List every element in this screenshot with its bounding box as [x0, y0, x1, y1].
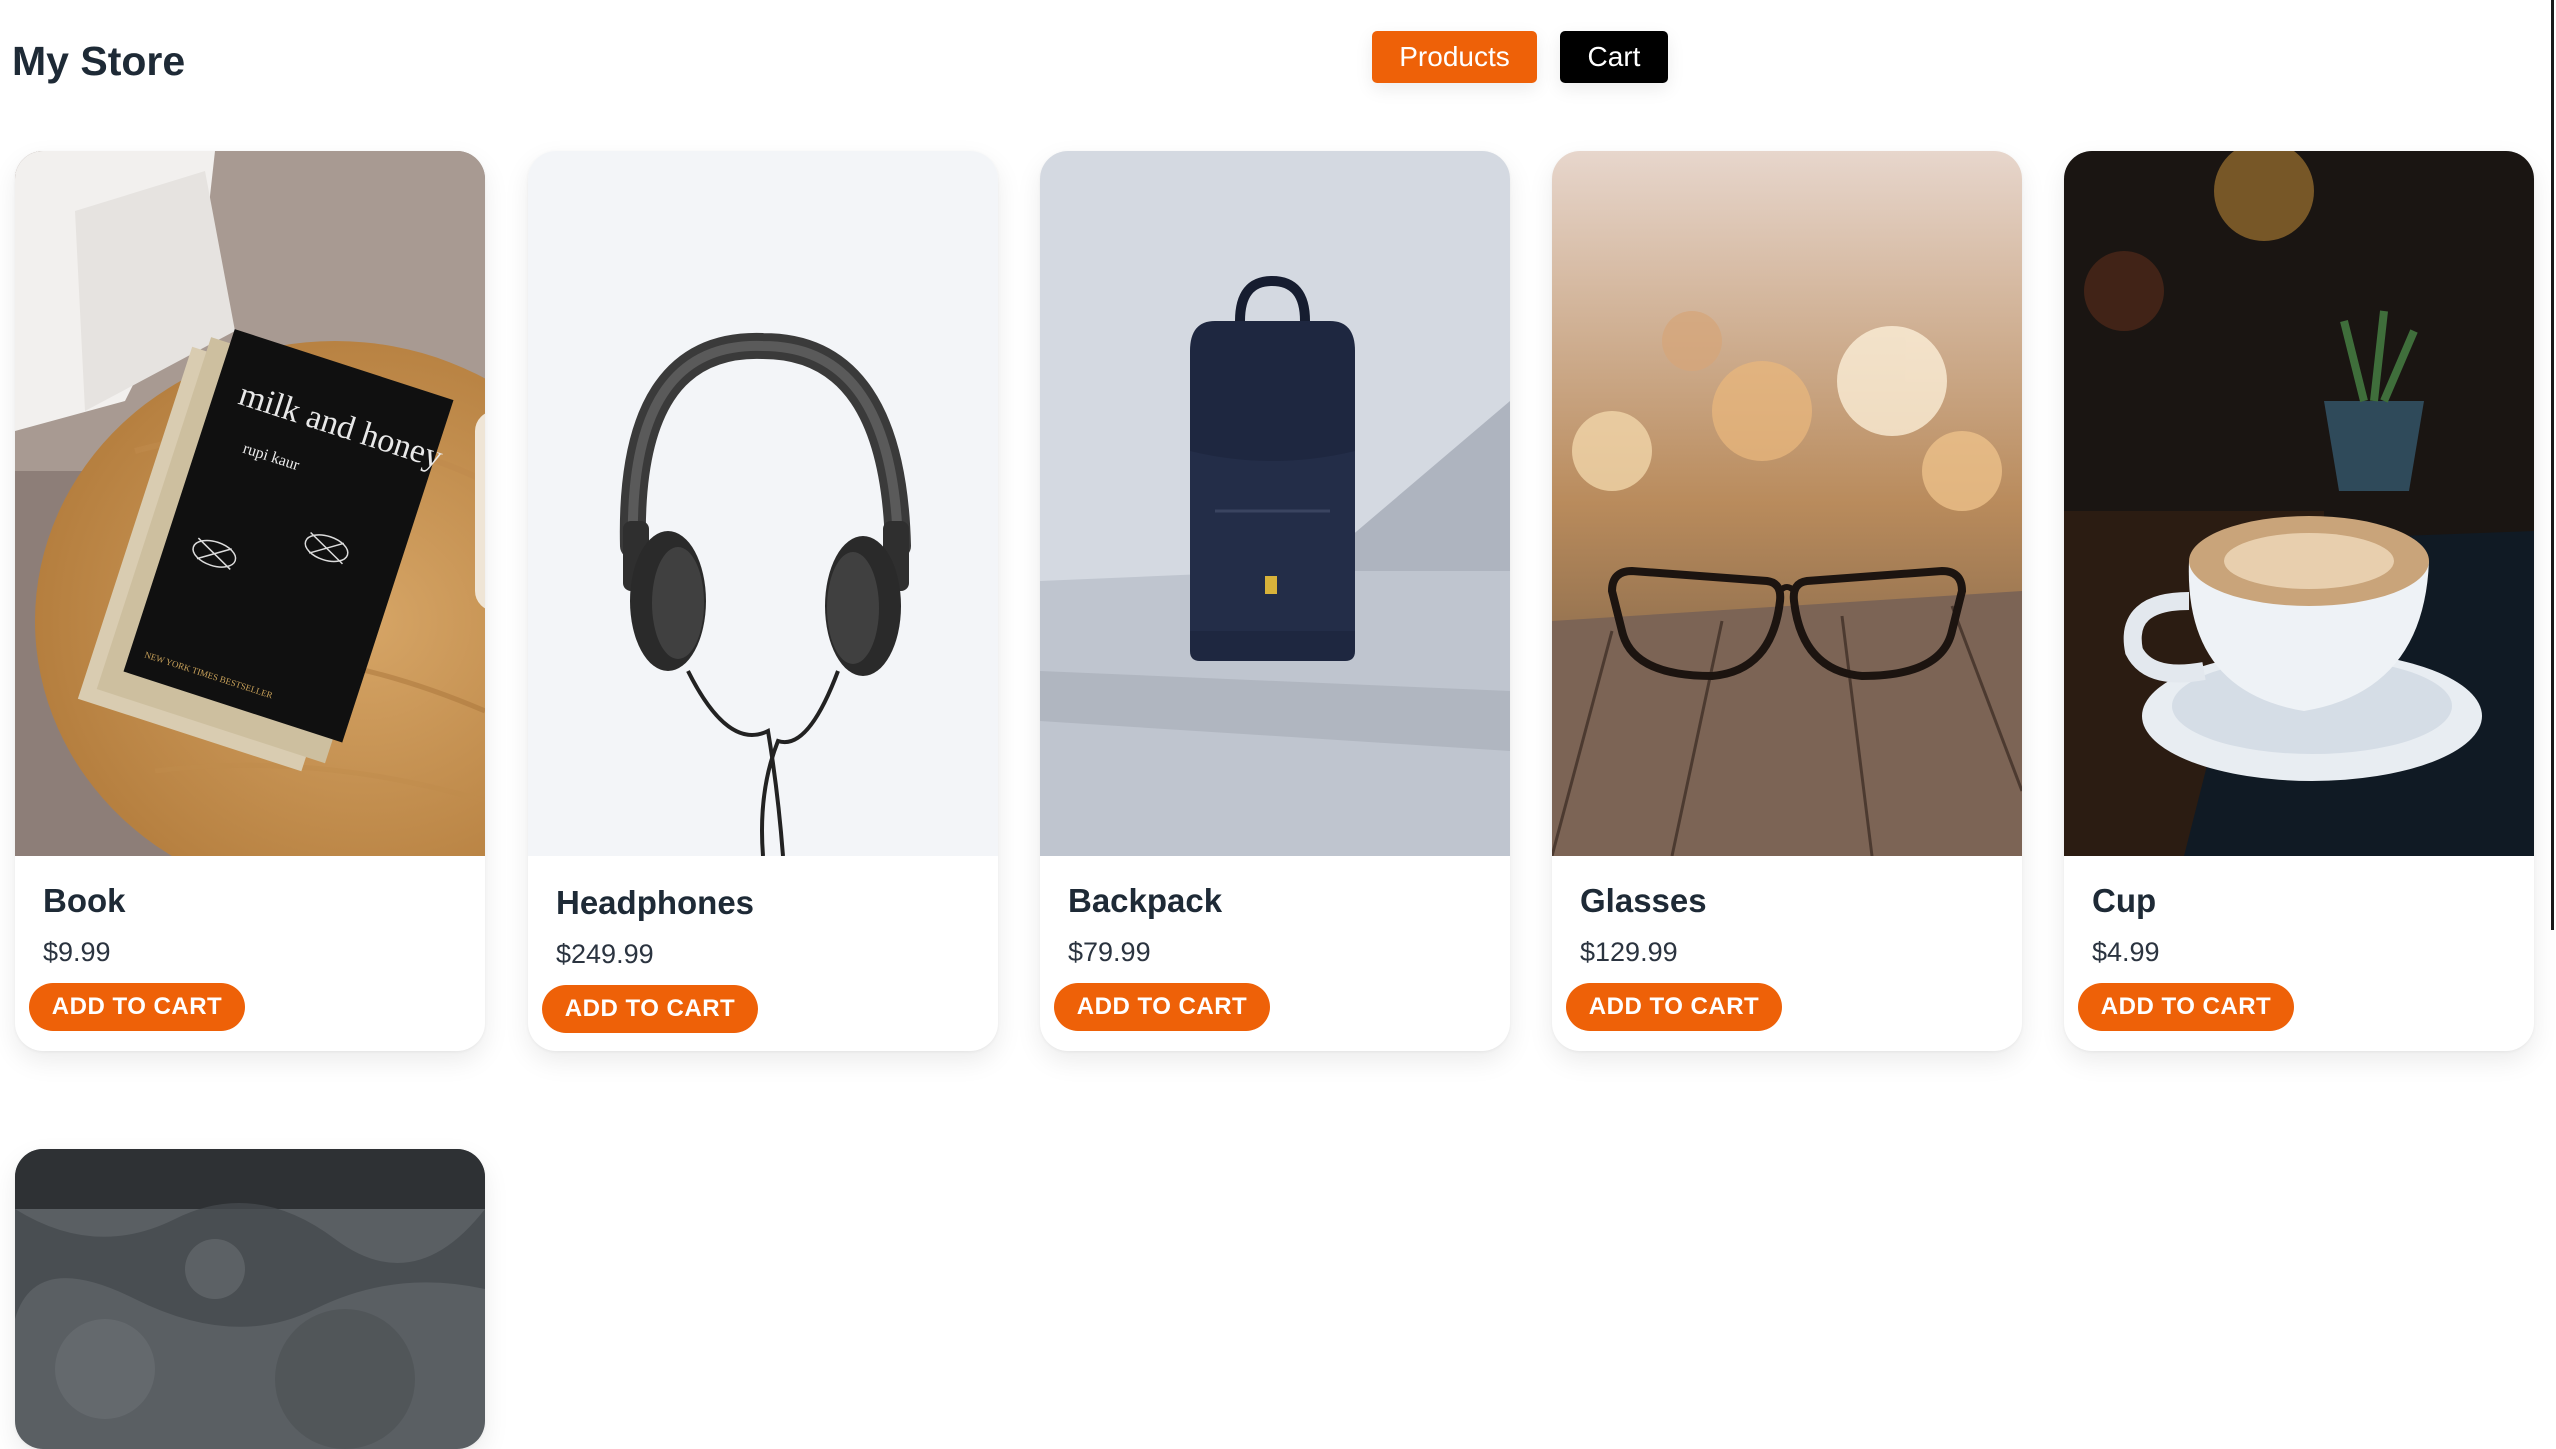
book-image: milk and honey rupi kaur NEW YORK TIMES … [15, 151, 485, 856]
headphones-photo [528, 151, 998, 856]
concrete-photo [15, 1149, 485, 1449]
product-price: $249.99 [556, 939, 654, 969]
product-price: $129.99 [1580, 937, 1678, 967]
scrollbar[interactable] [2551, 0, 2554, 930]
concrete-image [15, 1149, 485, 1449]
backpack-photo [1040, 151, 1510, 856]
product-card-backpack: Backpack $79.99 ADD TO CART [1040, 151, 1510, 1051]
glasses-image [1552, 151, 2022, 856]
add-to-cart-button[interactable]: ADD TO CART [2078, 983, 2294, 1031]
add-to-cart-button[interactable]: ADD TO CART [542, 985, 758, 1033]
headphones-image [528, 151, 998, 856]
backpack-image [1040, 151, 1510, 856]
add-to-cart-button[interactable]: ADD TO CART [29, 983, 245, 1031]
product-price: $9.99 [43, 937, 111, 967]
product-name: Backpack [1068, 882, 1223, 919]
product-price: $79.99 [1068, 937, 1151, 967]
product-card-partial [15, 1149, 485, 1449]
product-name: Book [43, 882, 126, 919]
products-nav-button[interactable]: Products [1372, 31, 1537, 83]
product-card-book: milk and honey rupi kaur NEW YORK TIMES … [15, 151, 485, 1051]
add-to-cart-button[interactable]: ADD TO CART [1566, 983, 1782, 1031]
product-name: Cup [2092, 882, 2157, 919]
store-title: My Store [12, 38, 186, 84]
product-card-cup: Cup $4.99 ADD TO CART [2064, 151, 2534, 1051]
product-name: Headphones [556, 884, 755, 921]
add-to-cart-button[interactable]: ADD TO CART [1054, 983, 1270, 1031]
cart-nav-button[interactable]: Cart [1560, 31, 1668, 83]
cup-image [2064, 151, 2534, 856]
header: My Store Products Cart [0, 0, 2540, 130]
product-card-glasses: Glasses $129.99 ADD TO CART [1552, 151, 2022, 1051]
cup-photo [2064, 151, 2534, 856]
book-photo: milk and honey rupi kaur NEW YORK TIMES … [15, 151, 485, 856]
glasses-photo [1552, 151, 2022, 856]
product-name: Glasses [1580, 882, 1707, 919]
product-price: $4.99 [2092, 937, 2160, 967]
product-card-headphones: Headphones $249.99 ADD TO CART [528, 151, 998, 1051]
